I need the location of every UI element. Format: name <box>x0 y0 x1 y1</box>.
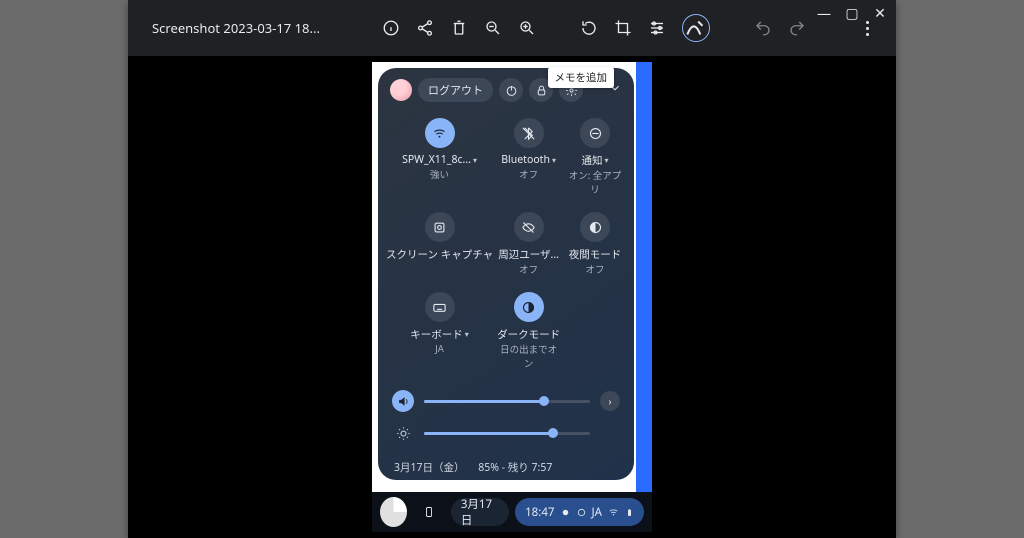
maximize-button[interactable]: ▢ <box>842 4 862 22</box>
tile-sub: オン: 全アプリ <box>564 168 626 196</box>
tile-sub: オフ <box>519 262 538 276</box>
redo-icon[interactable] <box>788 19 806 37</box>
capture-icon <box>425 212 455 242</box>
keyboard-icon <box>425 292 455 322</box>
tile-sub: JA <box>435 342 444 355</box>
tile-notifications[interactable]: 通知▾ オン: 全アプリ <box>562 110 628 204</box>
tooltip-annotate: メモを追加 <box>548 67 615 88</box>
dark-mode-icon <box>514 292 544 322</box>
close-button[interactable]: ✕ <box>870 4 890 22</box>
status-dot-icon <box>560 507 571 518</box>
rotate-icon[interactable] <box>580 19 598 37</box>
tile-sub: オフ <box>519 167 538 181</box>
minimize-button[interactable]: — <box>814 4 834 22</box>
info-icon[interactable] <box>382 19 400 37</box>
launcher-icon[interactable] <box>380 497 407 527</box>
delete-icon[interactable] <box>450 19 468 37</box>
tile-wifi[interactable]: SPW_X11_8c...▾ 強い <box>384 110 495 204</box>
shelf-ime: JA <box>592 505 603 520</box>
tile-keyboard[interactable]: キーボード▾ JA <box>384 284 495 378</box>
tile-sub: オフ <box>586 262 605 276</box>
tile-night-light[interactable]: 夜間モード オフ <box>562 204 628 284</box>
tile-label: キーボード <box>410 327 463 342</box>
battery-status-icon <box>625 506 634 519</box>
volume-slider[interactable]: › <box>392 390 620 412</box>
tile-screen-capture[interactable]: スクリーン キャプチャ <box>384 204 495 284</box>
zoom-in-icon[interactable] <box>518 19 536 37</box>
brightness-icon <box>392 422 414 444</box>
panel-footer: 3月17日（金） 85% ‑ 残り 7:57 <box>378 458 634 481</box>
tile-label: スクリーン キャプチャ <box>386 247 493 262</box>
status-circle-icon <box>576 507 587 518</box>
screenshot-canvas: メモを追加 ログアウト SPW_X11_8c...▾ 強い Bluetooth▾ <box>372 62 652 532</box>
tile-bluetooth[interactable]: Bluetooth▾ オフ <box>495 110 562 204</box>
quick-settings-panel: メモを追加 ログアウト SPW_X11_8c...▾ 強い Bluetooth▾ <box>378 68 634 480</box>
tile-label: SPW_X11_8c... <box>402 153 471 167</box>
logout-button[interactable]: ログアウト <box>418 78 493 102</box>
power-icon[interactable] <box>499 78 523 102</box>
shelf-date-pill[interactable]: 3月17日 <box>451 498 509 526</box>
avatar[interactable] <box>390 79 412 101</box>
footer-battery: 85% ‑ 残り 7:57 <box>478 461 552 475</box>
shelf-status-pill[interactable]: 18:47 JA <box>515 498 644 526</box>
wifi-icon <box>425 118 455 148</box>
shelf-time: 18:47 <box>525 505 554 520</box>
shelf: 3月17日 18:47 JA <box>372 492 652 532</box>
tile-dark-mode[interactable]: ダークモード 日の出までオン <box>495 284 562 378</box>
shelf-phone-icon[interactable] <box>413 498 445 526</box>
quick-settings-grid: SPW_X11_8c...▾ 強い Bluetooth▾ オフ 通知▾ オン: … <box>378 106 634 382</box>
wallpaper-strip <box>636 62 652 532</box>
tile-sub: 強い <box>430 167 449 181</box>
volume-icon <box>392 390 414 412</box>
share-icon[interactable] <box>416 19 434 37</box>
tile-label: Bluetooth <box>501 153 550 167</box>
image-viewer-window: — ▢ ✕ Screenshot 2023-03-17 18... <box>128 0 896 538</box>
bluetooth-off-icon <box>514 118 544 148</box>
annotate-icon[interactable] <box>682 14 710 42</box>
viewer-toolbar: Screenshot 2023-03-17 18... <box>128 0 896 56</box>
dnd-icon <box>580 118 610 148</box>
tile-nearby-visibility[interactable]: 周辺ユーザ... オフ <box>495 204 562 284</box>
audio-settings-icon[interactable]: › <box>600 391 620 411</box>
footer-date: 3月17日（金） <box>394 461 465 475</box>
undo-icon[interactable] <box>754 19 772 37</box>
brightness-slider[interactable] <box>392 422 620 444</box>
tune-icon[interactable] <box>648 19 666 37</box>
wifi-status-icon <box>607 507 620 518</box>
crop-icon[interactable] <box>614 19 632 37</box>
window-title: Screenshot 2023-03-17 18... <box>140 19 332 37</box>
night-light-icon <box>580 212 610 242</box>
visibility-off-icon <box>514 212 544 242</box>
tile-label: 周辺ユーザ... <box>498 247 559 262</box>
window-controls: — ▢ ✕ <box>814 4 890 22</box>
tile-sub: 日の出までオン <box>497 342 560 370</box>
tile-label: 通知 <box>582 153 603 168</box>
tile-label: 夜間モード <box>569 247 622 262</box>
tile-label: ダークモード <box>497 327 560 342</box>
zoom-out-icon[interactable] <box>484 19 502 37</box>
